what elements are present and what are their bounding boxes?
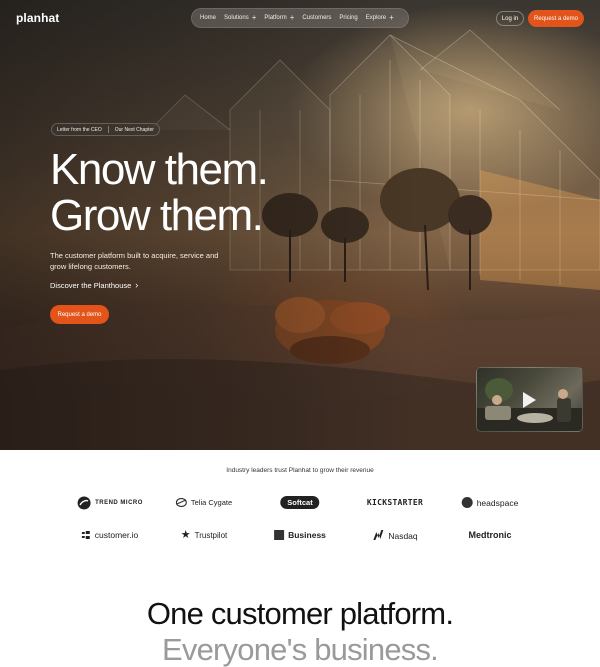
- discover-label: Discover the Planthouse: [50, 281, 132, 290]
- logo-customer-io: customer.io: [81, 530, 139, 540]
- request-demo-button-hero[interactable]: Request a demo: [50, 305, 109, 324]
- logo-trend-micro: TREND MICRO: [77, 496, 143, 510]
- headspace-dot: [461, 497, 473, 508]
- video-thumbnail[interactable]: [476, 367, 583, 432]
- logo-text: Nasdaq: [388, 530, 418, 541]
- logo-text: customer.io: [94, 530, 139, 540]
- play-icon: [523, 392, 536, 408]
- nav-label: Customers: [302, 15, 332, 21]
- nav-solutions[interactable]: Solutions +: [224, 13, 257, 22]
- customerio-icon: [81, 531, 90, 539]
- hero-subtext: The customer platform built to acquire, …: [50, 251, 219, 271]
- announcement-pill[interactable]: Letter from the CEO Our Next Chapter: [51, 123, 160, 136]
- login-button[interactable]: Log in: [496, 11, 524, 26]
- request-demo-button-header[interactable]: Request a demo: [528, 10, 584, 27]
- nav-explore[interactable]: Explore +: [365, 13, 394, 22]
- nav-label: Home: [200, 15, 217, 21]
- logo-text: Business: [288, 530, 326, 540]
- discover-planthouse-link[interactable]: Discover the Planthouse ›: [50, 280, 139, 291]
- star-icon: ★: [180, 529, 191, 541]
- logo-text: Telia Cygate: [190, 498, 233, 507]
- nav-label: Solutions: [224, 15, 249, 21]
- logo-medtronic: Medtronic: [468, 530, 511, 540]
- logo-text: KICKSTARTER: [366, 498, 424, 507]
- section-title-line-1: One customer platform.: [146, 596, 454, 631]
- section-title-line-2: Everyone's business.: [162, 632, 439, 667]
- logo-nasdaq: Nasdaq: [372, 530, 418, 541]
- telia-icon: [175, 497, 187, 508]
- plus-icon: +: [389, 13, 394, 22]
- business-square-icon: [274, 530, 285, 540]
- nav-home[interactable]: Home: [200, 15, 216, 21]
- chevron-right-icon: ›: [135, 280, 139, 290]
- logo-business: Business: [274, 530, 326, 540]
- logo-trustpilot: ★ Trustpilot: [180, 529, 228, 541]
- hero-headline: Know them. Grow them.: [50, 145, 269, 240]
- main-nav: Home Solutions + Platform + Customers Pric…: [191, 8, 409, 28]
- headline-line-2: Grow them.: [50, 191, 264, 240]
- logo-telia-cygate: Telia Cygate: [175, 497, 233, 508]
- logo-softcat: Softcat: [280, 496, 320, 509]
- logo-headspace: headspace: [461, 497, 519, 508]
- pill-label-next-chapter: Our Next Chapter: [114, 126, 154, 133]
- logo-text: Trustpilot: [194, 530, 228, 540]
- trend-micro-icon: [77, 496, 91, 510]
- nav-label: Explore: [365, 15, 387, 21]
- logo-kickstarter: KICKSTARTER: [367, 498, 423, 507]
- nav-pricing[interactable]: Pricing: [339, 15, 357, 21]
- headline-line-1: Know them.: [50, 145, 269, 194]
- pill-divider: [107, 126, 109, 133]
- planhat-logo[interactable]: planhat: [16, 11, 59, 25]
- pill-label-ceo-letter: Letter from the CEO: [57, 126, 102, 133]
- nav-label: Pricing: [339, 15, 358, 21]
- nav-customers[interactable]: Customers: [302, 15, 331, 21]
- logo-text: Medtronic: [468, 530, 512, 540]
- trust-heading: Industry leaders trust Planhat to grow t…: [226, 467, 374, 474]
- nasdaq-icon: [373, 530, 384, 540]
- logo-text: TREND MICRO: [95, 500, 143, 506]
- nav-platform[interactable]: Platform +: [264, 13, 295, 22]
- hero-section: planhat Home Solutions + Platform + Custom…: [0, 0, 600, 450]
- nav-label: Platform: [264, 15, 287, 21]
- logo-text: headspace: [476, 497, 519, 508]
- plus-icon: +: [289, 13, 295, 22]
- softcat-badge: Softcat: [280, 496, 320, 509]
- plus-icon: +: [251, 13, 257, 22]
